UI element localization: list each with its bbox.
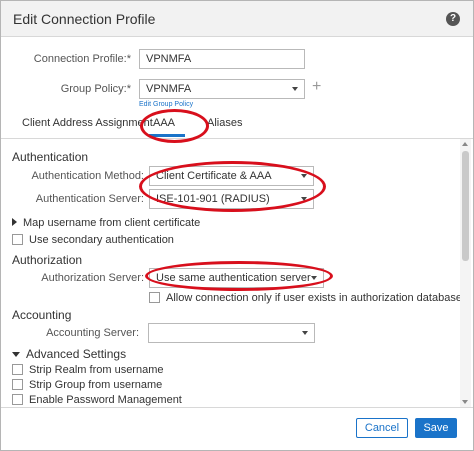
authorization-section-title: Authorization xyxy=(12,253,83,267)
strip-realm-checkbox[interactable] xyxy=(12,364,23,375)
advanced-settings-toggle[interactable]: Advanced Settings xyxy=(12,347,126,361)
active-tab-indicator xyxy=(149,134,185,137)
authentication-server-select[interactable]: ISE-101-901 (RADIUS) xyxy=(149,189,314,209)
map-username-label: Map username from client certificate xyxy=(23,217,201,229)
chevron-down-icon xyxy=(12,352,20,357)
content-scrollbar[interactable] xyxy=(460,139,471,407)
authorization-server-label: Authorization Server: xyxy=(41,272,144,284)
edit-group-policy-link[interactable]: Edit Group Policy xyxy=(139,101,193,108)
authorization-server-select[interactable]: Use same authentication server xyxy=(149,268,324,288)
authentication-method-value: Client Certificate & AAA xyxy=(156,170,272,182)
password-management-checkbox[interactable] xyxy=(12,394,23,405)
secondary-authentication-checkbox[interactable] xyxy=(12,234,23,245)
authorization-server-value: Use same authentication server xyxy=(156,272,311,284)
group-policy-label: Group Policy:* xyxy=(60,83,131,95)
group-policy-value: VPNMFA xyxy=(146,83,192,95)
scrollbar-thumb[interactable] xyxy=(462,151,469,261)
authentication-section-title: Authentication xyxy=(12,150,89,164)
chevron-down-icon xyxy=(301,174,307,178)
strip-realm-row[interactable]: Strip Realm from username xyxy=(12,364,164,376)
tab-aliases[interactable]: Aliases xyxy=(207,117,242,129)
chevron-down-icon xyxy=(311,276,317,280)
authentication-server-label: Authentication Server: xyxy=(35,193,144,205)
chevron-down-icon xyxy=(301,197,307,201)
chevron-down-icon xyxy=(292,87,298,91)
secondary-authentication-row[interactable]: Use secondary authentication xyxy=(12,234,174,246)
aaa-tab-content: Authentication Authentication Method: Cl… xyxy=(1,139,473,407)
authentication-method-label: Authentication Method: xyxy=(31,170,144,182)
chevron-right-icon xyxy=(12,218,17,226)
scroll-down-icon[interactable] xyxy=(462,400,468,404)
help-icon[interactable]: ? xyxy=(446,12,460,26)
tab-client-address-assignment[interactable]: Client Address Assignment xyxy=(22,117,153,129)
strip-group-row[interactable]: Strip Group from username xyxy=(12,379,162,391)
accounting-server-select[interactable] xyxy=(148,323,315,343)
connection-profile-input[interactable] xyxy=(139,49,305,69)
cancel-button[interactable]: Cancel xyxy=(356,418,408,438)
connection-profile-label: Connection Profile:* xyxy=(33,53,131,65)
strip-realm-label: Strip Realm from username xyxy=(29,364,164,376)
secondary-authentication-label: Use secondary authentication xyxy=(29,234,174,246)
password-management-row[interactable]: Enable Password Management xyxy=(12,394,182,406)
chevron-down-icon xyxy=(302,331,308,335)
allow-connection-checkbox[interactable] xyxy=(149,292,160,303)
allow-connection-label: Allow connection only if user exists in … xyxy=(166,292,462,304)
allow-connection-row[interactable]: Allow connection only if user exists in … xyxy=(149,292,462,304)
accounting-section-title: Accounting xyxy=(12,308,72,322)
group-policy-select[interactable]: VPNMFA xyxy=(139,79,305,99)
edit-connection-profile-dialog: Edit Connection Profile ? Connection Pro… xyxy=(0,0,474,451)
save-button[interactable]: Save xyxy=(415,418,457,438)
advanced-settings-title: Advanced Settings xyxy=(26,347,127,361)
scroll-up-icon[interactable] xyxy=(462,142,468,146)
authentication-method-select[interactable]: Client Certificate & AAA xyxy=(149,166,314,186)
strip-group-label: Strip Group from username xyxy=(29,379,163,391)
dialog-title: Edit Connection Profile xyxy=(13,11,156,27)
map-username-toggle[interactable]: Map username from client certificate xyxy=(12,217,200,229)
authentication-server-value: ISE-101-901 (RADIUS) xyxy=(156,193,270,205)
add-group-policy-icon[interactable]: + xyxy=(312,79,321,95)
dialog-footer: Cancel Save xyxy=(1,407,473,450)
tab-aaa[interactable]: AAA xyxy=(153,117,175,129)
accounting-server-label: Accounting Server: xyxy=(46,327,139,339)
dialog-titlebar: Edit Connection Profile ? xyxy=(1,1,473,37)
strip-group-checkbox[interactable] xyxy=(12,379,23,390)
password-management-label: Enable Password Management xyxy=(29,394,182,406)
